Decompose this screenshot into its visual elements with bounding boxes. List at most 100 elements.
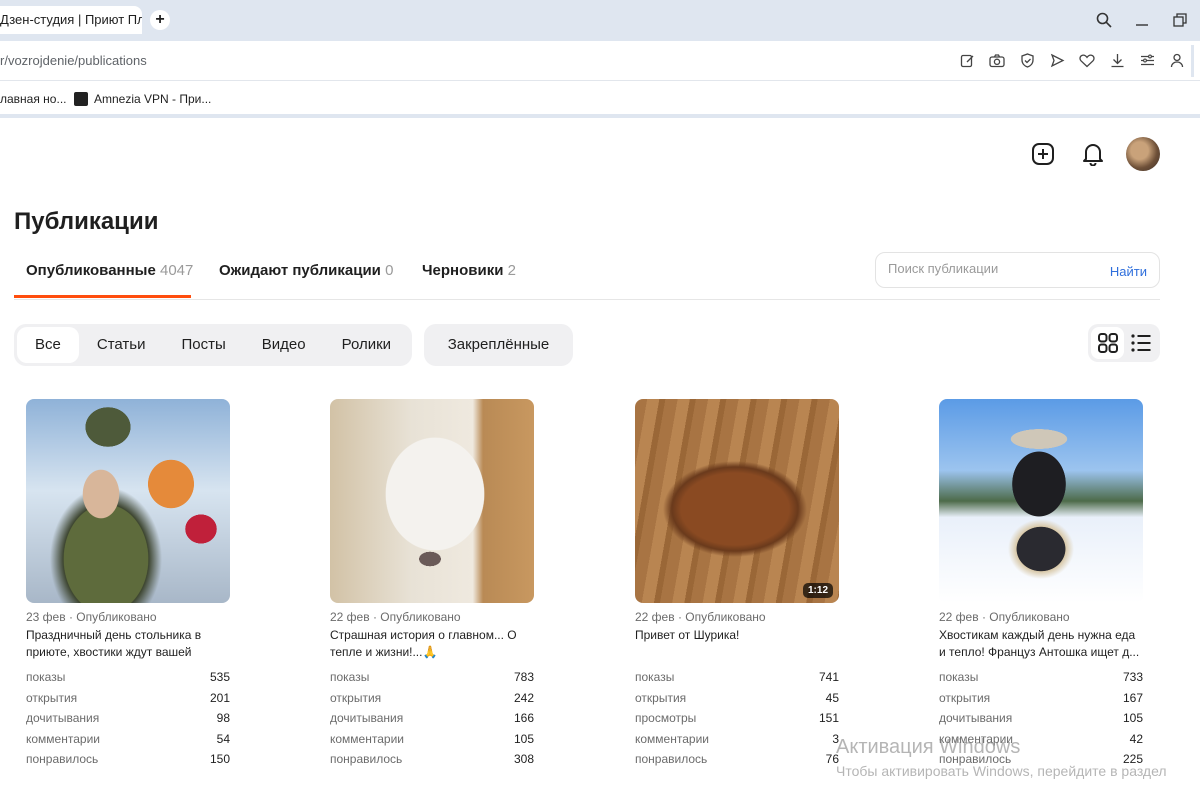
stat-row: просмотры 151 [635, 708, 839, 729]
publication-stats: показы 535 открытия 201 дочитывания 98 комм… [26, 667, 230, 770]
stat-label: понравилось [635, 752, 708, 766]
stat-row: дочитывания 105 [939, 708, 1143, 729]
shield-icon[interactable] [1018, 51, 1036, 69]
heart-icon[interactable] [1078, 51, 1096, 69]
browser-tab[interactable]: Дзен-студия | Приют Пла [0, 6, 142, 34]
bookmark-item[interactable]: лавная но... [0, 92, 67, 106]
stat-label: дочитывания [939, 711, 1013, 725]
publication-thumbnail[interactable] [26, 399, 230, 603]
stat-row: открытия 201 [26, 688, 230, 709]
stat-row: комментарии 54 [26, 729, 230, 750]
stat-row: открытия 242 [330, 688, 534, 709]
stat-row: показы 733 [939, 667, 1143, 688]
stat-row: понравилось 150 [26, 749, 230, 770]
bookmark-item[interactable]: Amnezia VPN - При... [74, 92, 211, 106]
camera-icon[interactable] [988, 51, 1006, 69]
stat-value: 98 [216, 711, 230, 725]
stat-label: открытия [26, 690, 78, 705]
url-text[interactable]: r/vozrojdenie/publications [0, 53, 147, 68]
send-icon[interactable] [1048, 51, 1066, 69]
publication-card[interactable]: 1:12 22 фев · Опубликовано Привет от Шур… [635, 399, 839, 770]
bookmarks-bar: лавная но... Amnezia VPN - При... [0, 82, 1200, 118]
grid-view-button[interactable] [1091, 327, 1124, 359]
tab-count: 4047 [160, 262, 194, 279]
edit-icon[interactable] [958, 51, 976, 69]
publication-title[interactable]: Страшная история о главном... О тепле и … [330, 627, 534, 661]
list-view-button[interactable] [1124, 327, 1157, 359]
stat-value: 242 [513, 690, 534, 705]
publication-card[interactable]: 23 фев · Опубликовано Праздничный день с… [26, 399, 230, 770]
list-icon [1130, 334, 1150, 352]
publication-stats: показы 783 открытия 242 дочитывания 166 ком… [330, 667, 534, 770]
stat-row: комментарии 105 [330, 729, 534, 750]
search-button[interactable]: Найти [1110, 264, 1147, 279]
stat-row: дочитывания 98 [26, 708, 230, 729]
user-icon[interactable] [1168, 51, 1186, 69]
video-duration: 1:12 [802, 583, 833, 598]
publication-thumbnail[interactable] [939, 399, 1143, 603]
stat-row: показы 535 [26, 667, 230, 688]
stat-value: 54 [216, 731, 230, 746]
search-box: Найти [875, 252, 1160, 288]
stat-value: 45 [825, 690, 839, 705]
stat-label: открытия [330, 690, 382, 705]
avatar[interactable] [1126, 137, 1160, 171]
filter-video[interactable]: Видео [244, 327, 324, 363]
search-input[interactable] [888, 261, 1088, 276]
bookmark-label: Amnezia VPN - При... [94, 92, 212, 106]
new-tab-button[interactable]: + [150, 10, 170, 30]
stat-row: показы 741 [635, 667, 839, 688]
view-toggle [1088, 324, 1160, 362]
stat-value: 783 [513, 670, 534, 684]
stat-value: 741 [818, 670, 839, 684]
address-bar-divider [1191, 45, 1194, 77]
restore-icon[interactable] [1170, 10, 1190, 30]
publication-card[interactable]: 22 фев · Опубликовано Хвостикам каждый д… [939, 399, 1143, 770]
stat-label: показы [330, 670, 370, 684]
tab-label: Ожидают публикации [219, 262, 381, 279]
stat-label: комментарии [330, 731, 404, 746]
create-button[interactable] [1026, 137, 1060, 171]
publication-card[interactable]: 22 фев · Опубликовано Страшная история о… [330, 399, 534, 770]
stat-row: открытия 167 [939, 688, 1143, 709]
stat-label: показы [635, 670, 675, 684]
filter-articles[interactable]: Статьи [79, 327, 164, 363]
publication-meta: 22 фев · Опубликовано [330, 610, 461, 624]
tab-scheduled[interactable]: Ожидают публикации 0 [219, 262, 393, 279]
stat-value: 166 [513, 711, 534, 725]
stat-label: комментарии [26, 731, 100, 746]
download-icon[interactable] [1108, 51, 1126, 69]
publication-thumbnail[interactable]: 1:12 [635, 399, 839, 603]
tab-label: Черновики [422, 262, 504, 279]
stat-label: открытия [939, 690, 991, 705]
tab-published[interactable]: Опубликованные 4047 [26, 262, 193, 279]
tab-count: 2 [507, 262, 516, 279]
publication-meta: 22 фев · Опубликовано [939, 610, 1070, 624]
stat-row: показы 783 [330, 667, 534, 688]
filter-posts[interactable]: Посты [163, 327, 243, 363]
publication-title[interactable]: Привет от Шурика! [635, 627, 839, 661]
header-actions [1026, 137, 1160, 171]
page-title: Публикации [14, 208, 159, 235]
publication-thumbnail[interactable] [330, 399, 534, 603]
menu-lines-icon[interactable] [1138, 51, 1156, 69]
publication-title[interactable]: Праздничный день стольника в приюте, хво… [26, 627, 230, 661]
notifications-button[interactable] [1076, 137, 1110, 171]
address-bar[interactable]: r/vozrojdenie/publications [0, 41, 1200, 81]
type-filters: Все Статьи Посты Видео Ролики [14, 324, 413, 366]
stat-label: просмотры [635, 711, 697, 725]
filter-shorts[interactable]: Ролики [324, 327, 409, 363]
tab-drafts[interactable]: Черновики 2 [422, 262, 516, 279]
stat-label: открытия [635, 690, 687, 705]
filter-all[interactable]: Все [17, 327, 79, 363]
publication-title[interactable]: Хвостикам каждый день нужна еда и тепло!… [939, 627, 1143, 661]
search-icon[interactable] [1094, 10, 1114, 30]
stat-label: понравилось [330, 752, 403, 766]
stat-label: показы [939, 670, 979, 684]
publication-meta: 22 фев · Опубликовано [635, 610, 766, 624]
stat-value: 308 [513, 752, 534, 766]
stat-value: 167 [1122, 690, 1143, 705]
pinned-button[interactable]: Закреплённые [424, 324, 573, 366]
minimize-icon[interactable] [1132, 10, 1152, 30]
bell-icon [1083, 144, 1103, 166]
